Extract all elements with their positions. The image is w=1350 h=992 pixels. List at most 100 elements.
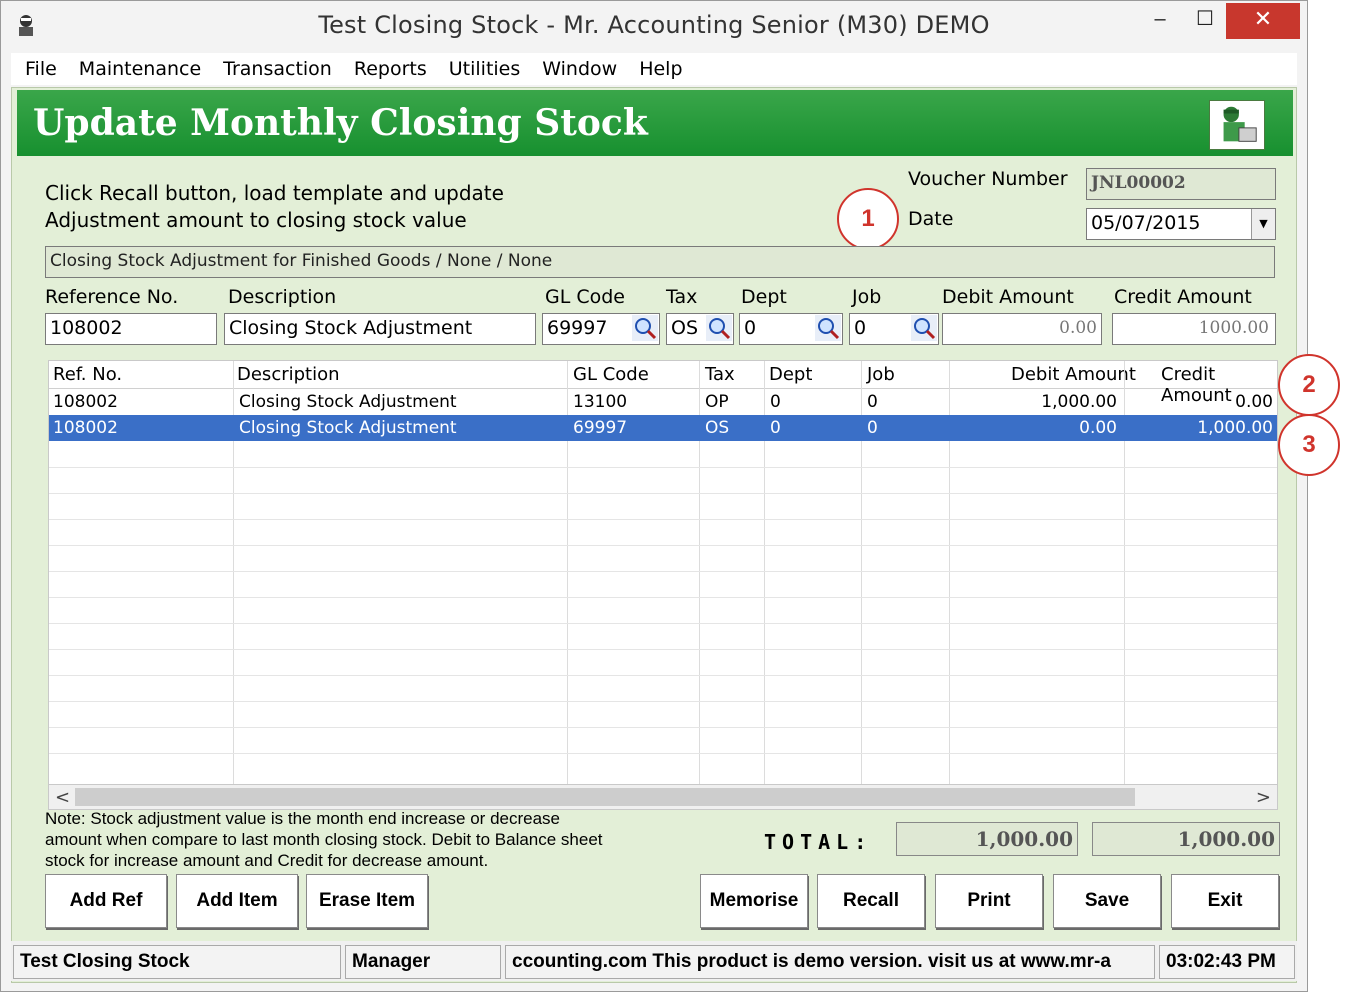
table-row-selected[interactable]: 108002 Closing Stock Adjustment 69997 OS… <box>49 415 1277 441</box>
table-row[interactable]: 108002 Closing Stock Adjustment 13100 OP… <box>49 389 1277 415</box>
job-search-icon[interactable] <box>911 315 937 341</box>
recall-button[interactable]: Recall <box>817 874 925 928</box>
status-user: Manager <box>345 945 501 979</box>
credit-label: Credit Amount <box>1114 286 1252 308</box>
cell-description: Closing Stock Adjustment <box>239 392 457 412</box>
date-combo[interactable]: 05/07/2015 ▼ <box>1086 208 1276 240</box>
journal-grid[interactable]: Ref. No. Description GL Code Tax Dept Jo… <box>48 360 1278 808</box>
save-button[interactable]: Save <box>1053 874 1161 928</box>
col-job[interactable]: Job <box>867 364 895 385</box>
menu-file[interactable]: File <box>25 58 57 80</box>
tax-search-icon[interactable] <box>706 315 732 341</box>
maximize-button[interactable]: ☐ <box>1179 3 1231 39</box>
window-title: Test Closing Stock - Mr. Accounting Seni… <box>318 11 990 39</box>
gl-code-label: GL Code <box>545 286 625 308</box>
date-value: 05/07/2015 <box>1091 212 1201 234</box>
status-time: 03:02:43 PM <box>1159 945 1295 979</box>
menu-transaction[interactable]: Transaction <box>223 58 332 80</box>
description-input[interactable]: Closing Stock Adjustment <box>224 313 536 345</box>
cell-dept: 0 <box>770 418 781 438</box>
cell-debit: 0.00 <box>1079 418 1117 438</box>
debit-label: Debit Amount <box>942 286 1074 308</box>
cell-ref: 108002 <box>53 392 118 412</box>
cell-debit: 1,000.00 <box>1041 392 1117 412</box>
voucher-number-label: Voucher Number <box>908 168 1068 190</box>
instructions: Click Recall button, load template and u… <box>45 180 504 234</box>
col-ref-no[interactable]: Ref. No. <box>53 364 122 385</box>
callout-3: 3 <box>1278 414 1340 476</box>
reference-input[interactable]: 108002 <box>45 313 217 345</box>
dept-search-icon[interactable] <box>815 315 841 341</box>
scroll-right-icon[interactable]: > <box>1256 787 1271 808</box>
status-company: Test Closing Stock <box>13 945 341 979</box>
closing-stock-form: Update Monthly Closing Stock Click Recal… <box>11 87 1340 983</box>
close-button[interactable]: ✕ <box>1226 3 1300 39</box>
reference-label: Reference No. <box>45 286 179 308</box>
accountant-icon <box>1209 100 1265 150</box>
instruction-line-1: Click Recall button, load template and u… <box>45 181 504 205</box>
description-label: Description <box>228 286 337 308</box>
cell-credit: 0.00 <box>1235 392 1273 412</box>
form-header: Update Monthly Closing Stock <box>17 90 1293 156</box>
instruction-line-2: Adjustment amount to closing stock value <box>45 208 467 232</box>
cell-job: 0 <box>867 392 878 412</box>
status-bar: Test Closing Stock Manager ccounting.com… <box>11 941 1297 981</box>
tax-label: Tax <box>666 286 698 308</box>
scrollbar-thumb[interactable] <box>75 788 1135 806</box>
col-debit-amount[interactable]: Debit Amount <box>1011 364 1136 385</box>
cell-dept: 0 <box>770 392 781 412</box>
app-window: Test Closing Stock - Mr. Accounting Seni… <box>0 0 1340 992</box>
dept-value: 0 <box>744 317 757 339</box>
debit-input[interactable]: 0.00 <box>942 313 1102 345</box>
add-ref-button[interactable]: Add Ref <box>45 874 167 928</box>
cell-gl: 13100 <box>573 392 628 412</box>
gl-code-value: 69997 <box>547 317 608 339</box>
gl-code-input[interactable]: 69997 <box>542 313 660 345</box>
date-label: Date <box>908 208 954 230</box>
memorise-button[interactable]: Memorise <box>700 874 808 928</box>
cell-description: Closing Stock Adjustment <box>239 418 457 438</box>
note-text: Note: Stock adjustment value is the mont… <box>45 809 603 870</box>
job-value: 0 <box>854 317 867 339</box>
form-title: Update Monthly Closing Stock <box>33 102 648 144</box>
col-gl-code[interactable]: GL Code <box>573 364 649 385</box>
col-description[interactable]: Description <box>237 364 340 385</box>
col-tax[interactable]: Tax <box>705 364 735 385</box>
memo-field[interactable]: Closing Stock Adjustment for Finished Go… <box>45 246 1275 278</box>
chevron-down-icon[interactable]: ▼ <box>1251 209 1275 239</box>
dept-input[interactable]: 0 <box>739 313 843 345</box>
cell-job: 0 <box>867 418 878 438</box>
cell-gl: 69997 <box>573 418 628 438</box>
menu-window[interactable]: Window <box>542 58 617 80</box>
print-button[interactable]: Print <box>935 874 1043 928</box>
cell-tax: OP <box>705 392 729 412</box>
gl-code-search-icon[interactable] <box>632 315 658 341</box>
col-dept[interactable]: Dept <box>769 364 812 385</box>
menu-maintenance[interactable]: Maintenance <box>79 58 201 80</box>
callout-2: 2 <box>1278 354 1340 416</box>
job-label: Job <box>852 286 882 308</box>
dept-label: Dept <box>741 286 787 308</box>
credit-input[interactable]: 1000.00 <box>1112 313 1276 345</box>
title-bar[interactable]: Test Closing Stock - Mr. Accounting Seni… <box>1 1 1307 51</box>
menu-reports[interactable]: Reports <box>354 58 427 80</box>
job-input[interactable]: 0 <box>849 313 939 345</box>
cell-ref: 108002 <box>53 418 118 438</box>
voucher-number-field: JNL00002 <box>1086 168 1276 200</box>
exit-button[interactable]: Exit <box>1171 874 1279 928</box>
scroll-left-icon[interactable]: < <box>55 787 70 808</box>
total-label: TOTAL: <box>764 830 873 854</box>
cell-credit: 1,000.00 <box>1197 418 1273 438</box>
menu-help[interactable]: Help <box>639 58 682 80</box>
menu-utilities[interactable]: Utilities <box>449 58 521 80</box>
callout-1: 1 <box>837 188 899 250</box>
cell-tax: OS <box>705 418 730 438</box>
menu-bar: File Maintenance Transaction Reports Uti… <box>11 53 1297 85</box>
tax-input[interactable]: OS <box>666 313 734 345</box>
tax-value: OS <box>671 317 699 339</box>
horizontal-scrollbar[interactable]: < > <box>48 784 1278 810</box>
add-item-button[interactable]: Add Item <box>176 874 298 928</box>
erase-item-button[interactable]: Erase Item <box>306 874 428 928</box>
total-debit: 1,000.00 <box>896 822 1078 856</box>
status-message: ccounting.com This product is demo versi… <box>505 945 1155 979</box>
